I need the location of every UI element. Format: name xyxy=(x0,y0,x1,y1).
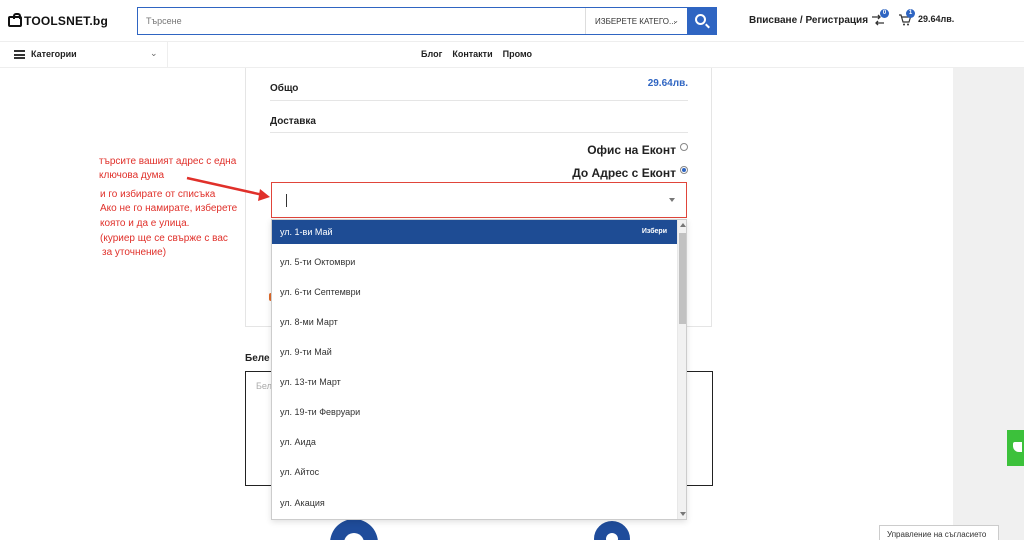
annotation-text: която и да е улица. xyxy=(100,218,190,229)
annotation-text: Ако не го намирате, изберете xyxy=(100,203,238,214)
radio-button[interactable] xyxy=(680,143,688,151)
order-notes-label: Беле xyxy=(245,353,270,364)
address-option[interactable]: ул. 13-ти Март xyxy=(272,370,677,394)
address-option-label: ул. 9-ти Май xyxy=(280,347,332,357)
address-option[interactable]: ул. 6-ти Септември xyxy=(272,280,677,304)
page-side-band xyxy=(953,68,1024,540)
nav-link-promo[interactable]: Промо xyxy=(503,49,532,59)
cart-total[interactable]: 29.64лв. xyxy=(918,14,954,24)
address-option[interactable]: ул. 19-ти Февруари xyxy=(272,400,677,424)
nav-link-contacts[interactable]: Контакти xyxy=(452,49,492,59)
address-option-label: ул. 13-ти Март xyxy=(280,377,341,387)
address-option-label: ул. Аида xyxy=(280,437,316,447)
decorative-shape xyxy=(330,519,378,540)
address-option-label: ул. 8-ми Март xyxy=(280,317,338,327)
scroll-down-icon[interactable] xyxy=(680,512,686,516)
cart-count-badge: 1 xyxy=(906,9,915,18)
address-option-label: ул. 19-ти Февруари xyxy=(280,407,361,417)
logo[interactable]: TOOLSNET.bg xyxy=(8,12,108,28)
search-button[interactable] xyxy=(687,7,717,35)
dropdown-scrollbar[interactable] xyxy=(677,220,686,519)
address-option[interactable]: ул. 9-ти Май xyxy=(272,340,677,364)
address-select[interactable] xyxy=(271,182,687,218)
compare-count-badge: 0 xyxy=(880,9,889,18)
consent-management-button[interactable]: Управление на съгласието xyxy=(879,525,999,540)
login-register-link[interactable]: Вписване / Регистрация xyxy=(749,15,868,26)
total-value: 29.64лв. xyxy=(647,78,688,89)
address-dropdown-list: ул. 1-ви Май Избери ул. 5-ти Октомври ул… xyxy=(271,219,687,520)
total-label: Общо xyxy=(270,83,299,94)
search-icon xyxy=(695,14,706,25)
address-option-label: ул. 5-ти Октомври xyxy=(280,257,356,267)
nav-bar: Категории ⌄ Блог Контакти Промо xyxy=(0,41,1024,68)
logo-text: TOOLSNET.bg xyxy=(24,14,108,28)
nav-links: Блог Контакти Промо xyxy=(421,49,532,59)
search-bar: ИЗБЕРЕТЕ КАТЕГО... ⌄ xyxy=(137,7,717,35)
shipping-option-econt-address[interactable]: До Адрес с Еконт xyxy=(572,166,688,180)
address-option-label: ул. Айтос xyxy=(280,467,320,477)
cart-button[interactable]: 1 xyxy=(898,9,915,27)
toolbox-icon xyxy=(8,12,22,27)
shipping-option-label: Офис на Еконт xyxy=(587,143,676,157)
category-select[interactable]: ИЗБЕРЕТЕ КАТЕГО... ⌄ xyxy=(585,8,687,34)
scrollbar-thumb[interactable] xyxy=(679,233,686,324)
categories-menu-button[interactable]: Категории ⌄ xyxy=(0,42,168,68)
categories-label: Категории xyxy=(31,49,77,59)
address-option[interactable]: ул. Акация xyxy=(272,491,677,515)
category-select-value: ИЗБЕРЕТЕ КАТЕГО... xyxy=(595,17,676,26)
address-option[interactable]: ул. 5-ти Октомври xyxy=(272,250,677,274)
text-cursor xyxy=(286,194,287,207)
address-option[interactable]: ул. 8-ми Март xyxy=(272,310,677,334)
menu-icon xyxy=(14,50,25,59)
chevron-down-icon: ⌄ xyxy=(672,16,679,25)
total-row: Общо 29.64лв. xyxy=(270,78,688,101)
annotation-text: търсите вашият адрес с една xyxy=(99,156,237,167)
delivery-label: Доставка xyxy=(270,116,316,127)
nav-link-blog[interactable]: Блог xyxy=(421,49,442,59)
chevron-down-icon: ⌄ xyxy=(150,48,158,58)
address-option[interactable]: ул. 1-ви Май Избери xyxy=(272,220,677,244)
delivery-row: Доставка xyxy=(270,111,688,133)
address-option-label: ул. Акация xyxy=(280,498,325,508)
annotation-text: ключова дума xyxy=(99,170,165,181)
select-hint: Избери xyxy=(641,228,667,235)
decorative-shape xyxy=(594,521,630,540)
address-option[interactable]: ул. Айтос xyxy=(272,460,677,484)
dropdown-arrow-icon[interactable] xyxy=(669,198,675,202)
scroll-up-icon[interactable] xyxy=(680,223,686,227)
compare-button[interactable]: 0 xyxy=(871,9,889,27)
address-option-label: ул. 1-ви Май xyxy=(280,227,333,237)
annotation-text: (куриер ще се свърже с вас xyxy=(100,233,228,244)
shipping-option-econt-office[interactable]: Офис на Еконт xyxy=(587,143,688,157)
annotation-text: и го избирате от списъка xyxy=(100,189,216,200)
address-option-label: ул. 6-ти Септември xyxy=(280,287,361,297)
radio-button-selected[interactable] xyxy=(680,166,688,174)
shipping-option-label: До Адрес с Еконт xyxy=(572,166,676,180)
annotation-text: за уточнение) xyxy=(102,247,167,258)
chat-widget-tab[interactable] xyxy=(1007,430,1024,466)
site-header: TOOLSNET.bg ИЗБЕРЕТЕ КАТЕГО... ⌄ Вписван… xyxy=(0,0,1024,40)
search-input[interactable] xyxy=(138,8,585,34)
address-option[interactable]: ул. Аида xyxy=(272,430,677,454)
